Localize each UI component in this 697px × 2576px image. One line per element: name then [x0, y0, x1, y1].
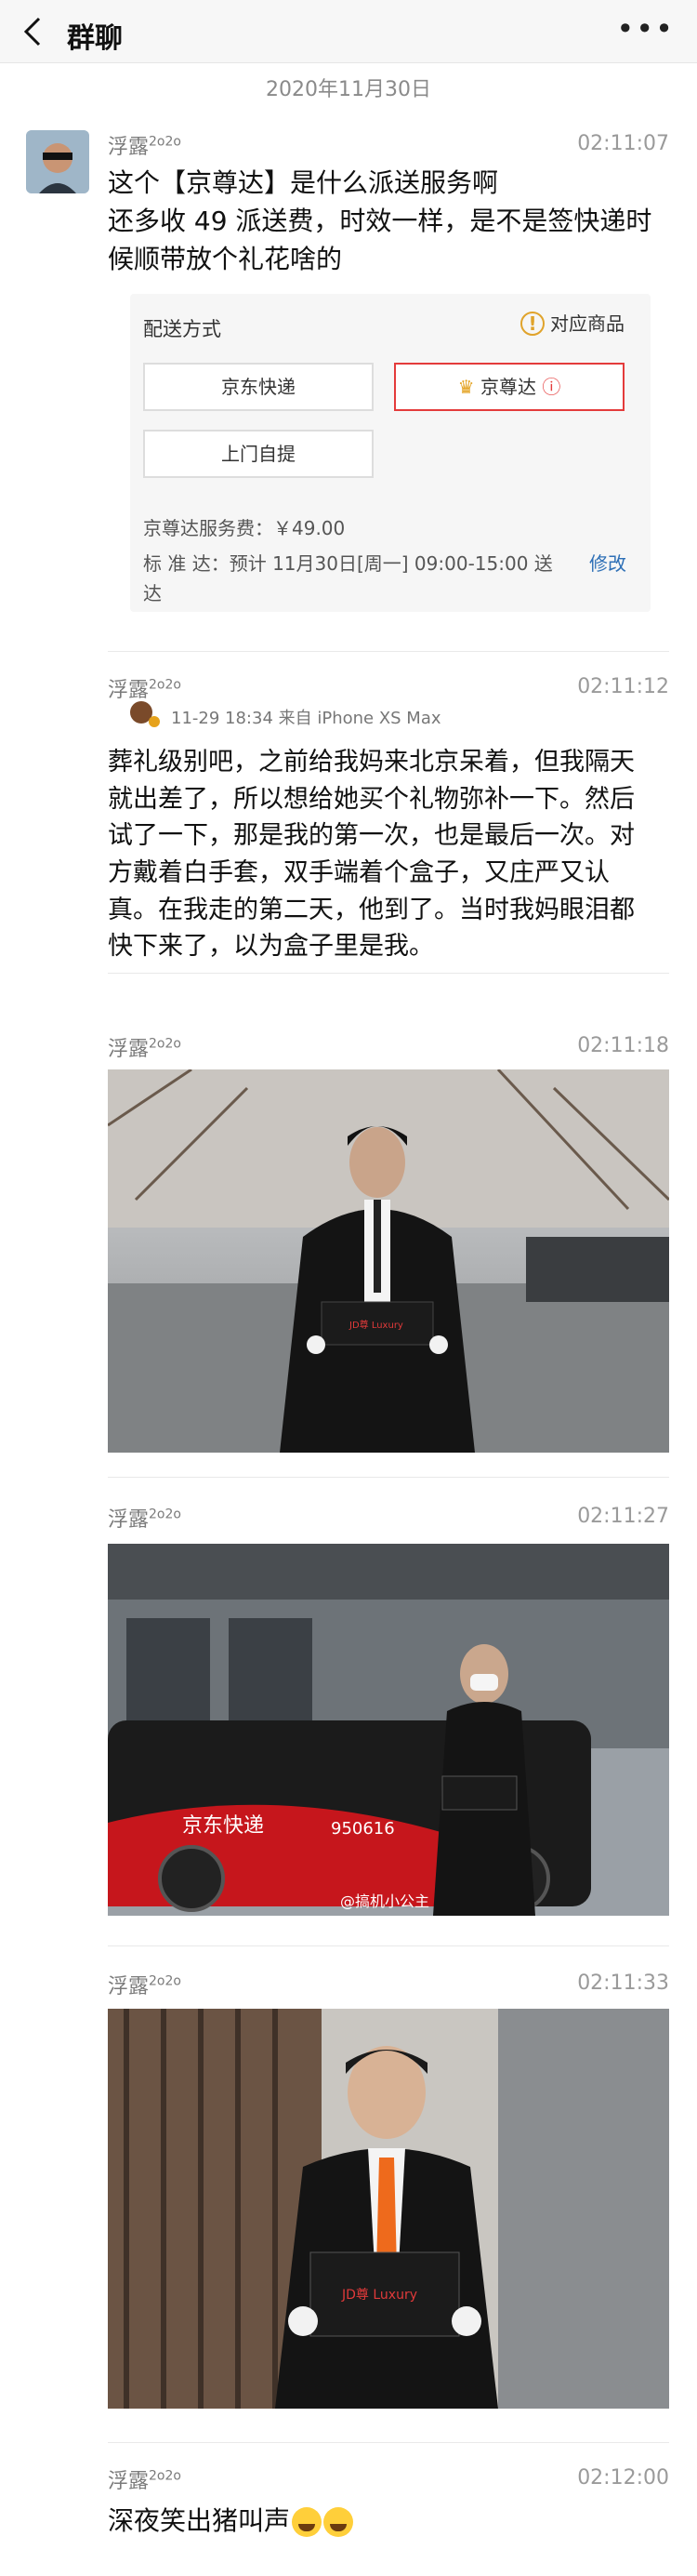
sender-name: 浮露2o2o [108, 2468, 181, 2493]
avatar[interactable] [26, 130, 89, 193]
standard-delivery: 标 准 达：预计 11月30日[周一] 09:00-15:00 送达 [143, 552, 553, 604]
chevron-left-icon[interactable] [17, 11, 54, 52]
van-brand-text: 京东快递 [182, 1814, 264, 1838]
option-jingzunda: ♛ 京尊达 ⓘ [394, 363, 625, 411]
message-time: 02:11:18 [577, 1034, 669, 1057]
divider [108, 2442, 669, 2443]
warning-icon: ! [520, 312, 545, 336]
delivery-method-label: 配送方式 [143, 318, 221, 340]
date-divider: 2020年11月30日 [266, 78, 431, 101]
van-phone-text: 950616 [331, 1819, 395, 1839]
crown-icon: ♛ [457, 376, 480, 398]
sender-name: 浮露2o2o [108, 134, 181, 159]
divider [108, 1477, 669, 1478]
sender-name: 浮露2o2o [108, 1507, 181, 1532]
service-fee: 京尊达服务费：￥49.00 [143, 517, 346, 539]
courier-photo-1[interactable]: JD尊 Luxury [108, 1069, 669, 1453]
message-time: 02:11:33 [577, 1972, 669, 1995]
message-time: 02:12:00 [577, 2466, 669, 2490]
divider [108, 1945, 669, 1946]
sender-name: 浮露2o2o [108, 677, 181, 702]
message-time: 02:11:07 [577, 132, 669, 155]
order-screenshot: 配送方式 ! 对应商品 京东快递 ♛ 京尊达 ⓘ 上门自提 京尊达服务费：￥49.… [130, 294, 651, 612]
top-bar: 群聊 ••• [0, 0, 697, 63]
edit-link: 修改 [589, 552, 626, 575]
courier-photo-3[interactable]: JD尊 Luxury [108, 2009, 669, 2409]
tears-of-joy-icon [292, 2507, 322, 2537]
weibo-badge-icon [149, 716, 160, 727]
option-self-pickup: 上门自提 [143, 430, 374, 478]
box-label: JD尊 Luxury [341, 2287, 417, 2303]
message-time: 02:11:12 [577, 675, 669, 698]
sender-name: 浮露2o2o [108, 1973, 181, 1998]
divider [108, 973, 669, 974]
box-label: JD尊 Luxury [348, 1319, 403, 1331]
more-dots-icon[interactable]: ••• [616, 11, 675, 46]
matching-items-link: ! 对应商品 [520, 309, 625, 336]
option-jd-express: 京东快递 [143, 363, 374, 411]
message-text: 深夜笑出猪叫声 [108, 2502, 665, 2540]
message-text: 葬礼级别吧，之前给我妈来北京呆着，但我隔天就出差了，所以想给她买个礼物弥补一下。… [108, 748, 635, 962]
divider [108, 651, 669, 652]
help-icon: ⓘ [542, 376, 561, 398]
watermark: @搞机小公主 [340, 1892, 429, 1910]
repost-meta: 11-29 18:34 来自 iPhone XS Max [171, 709, 441, 728]
tears-of-joy-icon [323, 2507, 354, 2537]
page-title: 群聊 [67, 22, 123, 55]
sender-name: 浮露2o2o [108, 1036, 181, 1061]
message-time: 02:11:27 [577, 1505, 669, 1528]
courier-photo-2[interactable]: 京东快递 950616 @搞机小公主 [108, 1544, 669, 1916]
message-text: 这个【京尊达】是什么派送服务啊 还多收 49 派送费，时效一样，是不是签快递时候… [108, 167, 652, 275]
